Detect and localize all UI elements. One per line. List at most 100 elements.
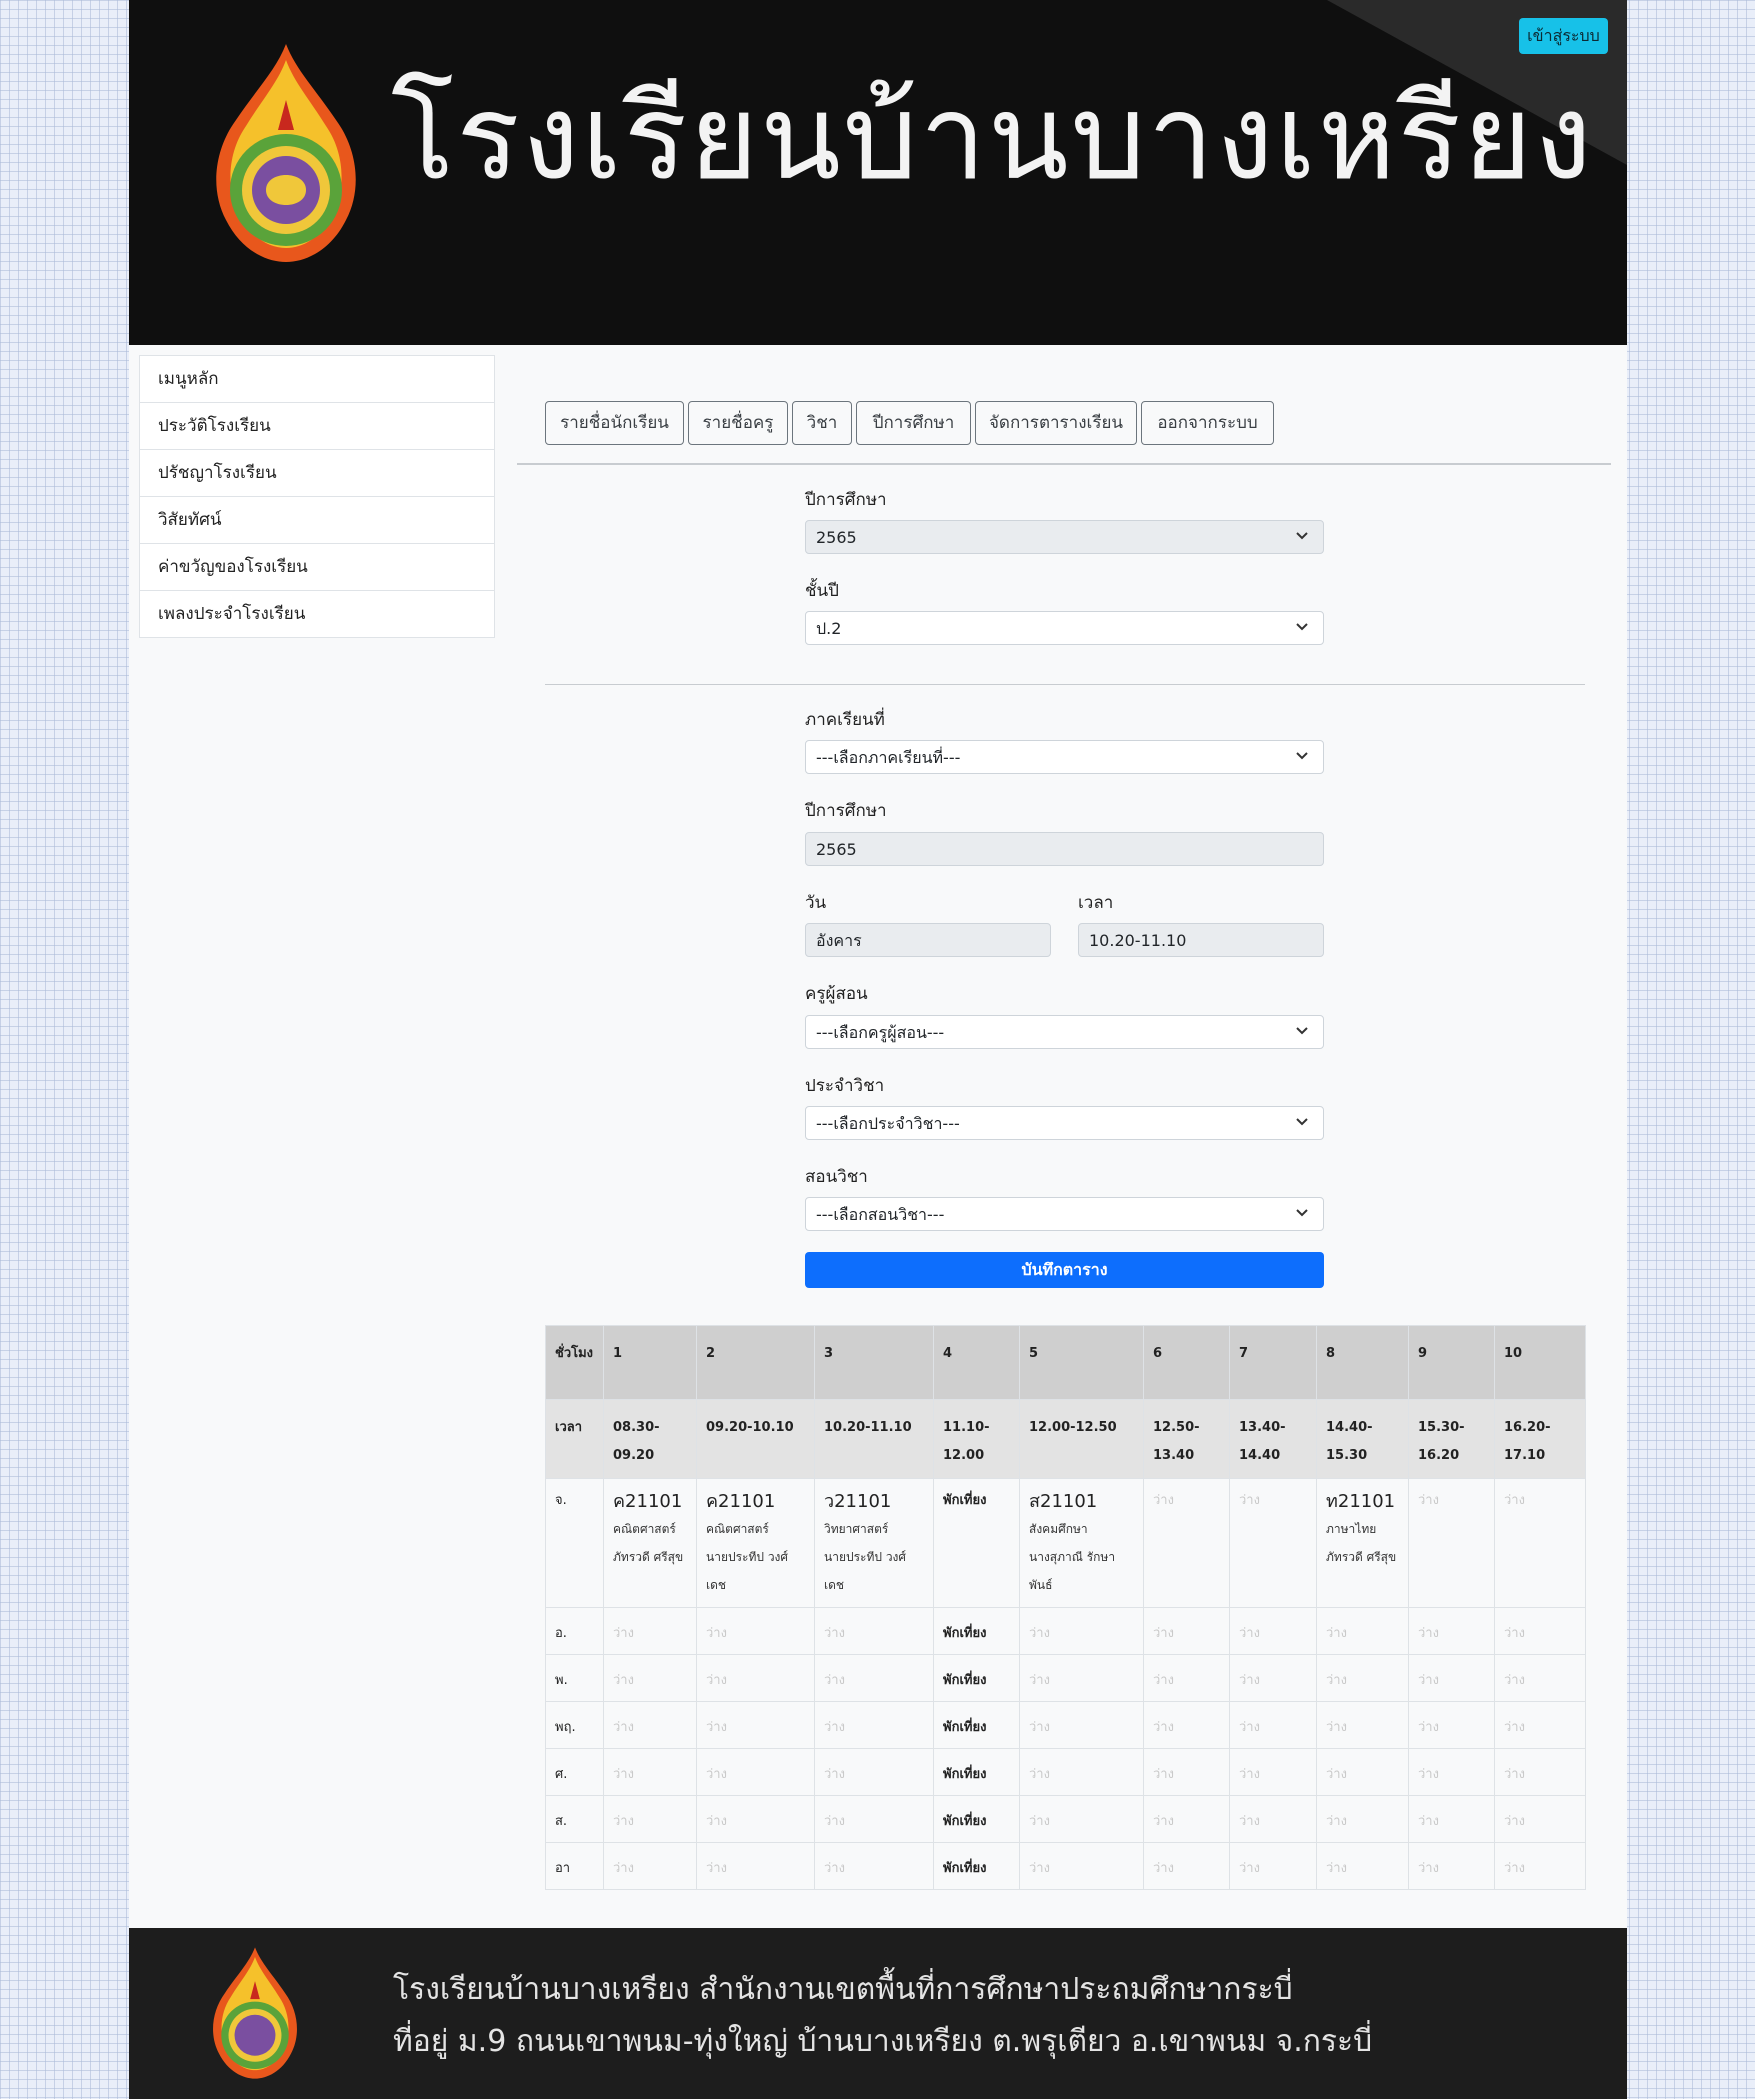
period-number: 1 xyxy=(603,1325,697,1400)
subject-code: ส21101 xyxy=(1029,1491,1098,1512)
sidebar-item-school-song[interactable]: เพลงประจำโรงเรียน xyxy=(140,591,494,637)
empty-cell[interactable]: ว่าง xyxy=(814,1607,934,1655)
empty-cell[interactable]: ว่าง xyxy=(696,1607,815,1655)
tabs-divider xyxy=(517,463,1611,465)
empty-cell[interactable]: ว่าง xyxy=(603,1748,697,1796)
empty-cell[interactable]: ว่าง xyxy=(696,1654,815,1702)
empty-cell[interactable]: ว่าง xyxy=(814,1654,934,1702)
sidebar-item-history[interactable]: ประวัติโรงเรียน xyxy=(140,403,494,450)
empty-cell[interactable]: ว่าง xyxy=(696,1842,815,1890)
timetable-row-day: อา ว่าง ว่าง ว่าง พักเที่ยง ว่าง ว่าง ว่าง ว่างว… xyxy=(545,1842,1586,1890)
empty-cell[interactable]: ว่าง xyxy=(1143,1701,1230,1749)
empty-cell[interactable]: ว่าง xyxy=(1316,1795,1409,1843)
empty-cell[interactable]: ว่าง xyxy=(814,1795,934,1843)
teacher-select[interactable]: ---เลือกครูผู้สอน--- xyxy=(805,1015,1324,1049)
empty-cell[interactable]: ว่าง xyxy=(1229,1654,1317,1702)
period-time: 13.40-14.40 xyxy=(1229,1399,1317,1479)
empty-cell[interactable]: ว่าง xyxy=(1408,1795,1495,1843)
subject-group-value: ---เลือกประจำวิชา--- xyxy=(816,1114,960,1133)
sidebar-item-motto[interactable]: ค่าขวัญของโรงเรียน xyxy=(140,544,494,591)
empty-cell[interactable]: ว่าง xyxy=(814,1701,934,1749)
save-timetable-button[interactable]: บันทึกตาราง xyxy=(805,1252,1324,1288)
empty-cell[interactable]: ว่าง xyxy=(1408,1701,1495,1749)
empty-cell[interactable]: ว่าง xyxy=(1019,1795,1144,1843)
tab-academic-year[interactable]: ปีการศึกษา xyxy=(856,401,971,445)
empty-cell[interactable]: ว่าง xyxy=(1143,1795,1230,1843)
semester-select[interactable]: ---เลือกภาคเรียนที่--- xyxy=(805,740,1324,774)
empty-cell[interactable]: ว่าง xyxy=(1019,1607,1144,1655)
empty-cell[interactable]: ว่าง xyxy=(1494,1607,1586,1655)
empty-cell[interactable]: ว่าง xyxy=(1408,1654,1495,1702)
sidebar-item-main-menu[interactable]: เมนูหลัก xyxy=(140,356,494,403)
timetable-row-day: พ. ว่าง ว่าง ว่าง พักเที่ยง ว่าง ว่าง ว่าง ว่างว… xyxy=(545,1654,1586,1702)
day-cell: จ. xyxy=(545,1478,604,1608)
empty-cell[interactable]: ว่าง xyxy=(1316,1701,1409,1749)
tab-subjects[interactable]: วิชา xyxy=(792,401,852,445)
empty-cell[interactable]: ว่าง xyxy=(1408,1607,1495,1655)
login-button[interactable]: เข้าสู่ระบบ xyxy=(1519,18,1608,54)
empty-cell[interactable]: ว่าง xyxy=(1019,1748,1144,1796)
empty-cell[interactable]: ว่าง xyxy=(1229,1842,1317,1890)
class-cell[interactable]: ว21101 วิทยาศาสตร์ นายประทีป วงศ์เดช xyxy=(814,1478,934,1608)
sidebar-item-vision[interactable]: วิสัยทัศน์ xyxy=(140,497,494,544)
empty-cell[interactable]: ว่าง xyxy=(696,1795,815,1843)
teacher-name: ภัทรวดี ศรีสุข xyxy=(613,1550,684,1564)
empty-cell[interactable]: ว่าง xyxy=(1316,1842,1409,1890)
empty-cell[interactable]: ว่าง xyxy=(1143,1842,1230,1890)
empty-cell[interactable]: ว่าง xyxy=(1494,1842,1586,1890)
class-cell[interactable]: ค21101 คณิตศาสตร์ นายประทีป วงศ์เดช xyxy=(696,1478,815,1608)
empty-cell[interactable]: ว่าง xyxy=(696,1748,815,1796)
empty-cell[interactable]: ว่าง xyxy=(1316,1748,1409,1796)
empty-cell[interactable]: ว่าง xyxy=(1229,1478,1317,1608)
empty-cell[interactable]: ว่าง xyxy=(603,1607,697,1655)
empty-cell[interactable]: ว่าง xyxy=(603,1701,697,1749)
tab-logout[interactable]: ออกจากระบบ xyxy=(1141,401,1274,445)
empty-cell[interactable]: ว่าง xyxy=(1316,1607,1409,1655)
subject-group-select[interactable]: ---เลือกประจำวิชา--- xyxy=(805,1106,1324,1140)
teacher-label: ครูผู้สอน xyxy=(805,984,868,1004)
filter-year-select[interactable]: 2565 xyxy=(805,520,1324,554)
empty-cell[interactable]: ว่าง xyxy=(1229,1748,1317,1796)
empty-cell[interactable]: ว่าง xyxy=(603,1654,697,1702)
empty-cell[interactable]: ว่าง xyxy=(814,1842,934,1890)
empty-cell[interactable]: ว่าง xyxy=(1494,1748,1586,1796)
time-header: เวลา xyxy=(545,1399,604,1479)
empty-cell[interactable]: ว่าง xyxy=(1494,1701,1586,1749)
empty-cell[interactable]: ว่าง xyxy=(696,1701,815,1749)
sidebar-menu: เมนูหลัก ประวัติโรงเรียน ปรัชญาโรงเรียน … xyxy=(139,355,495,638)
filter-grade-select[interactable]: ป.2 xyxy=(805,611,1324,645)
empty-cell[interactable]: ว่าง xyxy=(1229,1795,1317,1843)
empty-cell[interactable]: ว่าง xyxy=(1143,1748,1230,1796)
empty-cell[interactable]: ว่าง xyxy=(1019,1842,1144,1890)
empty-cell[interactable]: ว่าง xyxy=(1019,1701,1144,1749)
sidebar-item-philosophy[interactable]: ปรัชญาโรงเรียน xyxy=(140,450,494,497)
timetable-row-day: พฤ. ว่าง ว่าง ว่าง พักเที่ยง ว่าง ว่าง ว่าง ว่าง… xyxy=(545,1701,1586,1749)
empty-cell[interactable]: ว่าง xyxy=(1143,1654,1230,1702)
empty-cell[interactable]: ว่าง xyxy=(1408,1748,1495,1796)
empty-cell[interactable]: ว่าง xyxy=(1316,1654,1409,1702)
empty-cell[interactable]: ว่าง xyxy=(603,1795,697,1843)
empty-cell[interactable]: ว่าง xyxy=(1494,1795,1586,1843)
empty-cell[interactable]: ว่าง xyxy=(1494,1654,1586,1702)
empty-cell[interactable]: ว่าง xyxy=(1143,1478,1230,1608)
empty-cell[interactable]: ว่าง xyxy=(1143,1607,1230,1655)
class-cell[interactable]: ค21101 คณิตศาสตร์ ภัทรวดี ศรีสุข xyxy=(603,1478,697,1608)
empty-cell[interactable]: ว่าง xyxy=(1408,1478,1495,1608)
empty-cell[interactable]: ว่าง xyxy=(1229,1607,1317,1655)
subject-code: ค21101 xyxy=(613,1491,683,1512)
school-crest-logo xyxy=(216,44,356,262)
tab-student-list[interactable]: รายชื่อนักเรียน xyxy=(545,401,684,445)
empty-cell[interactable]: ว่าง xyxy=(603,1842,697,1890)
empty-cell[interactable]: ว่าง xyxy=(1019,1654,1144,1702)
empty-cell[interactable]: ว่าง xyxy=(1229,1701,1317,1749)
empty-cell[interactable]: ว่าง xyxy=(814,1748,934,1796)
tab-teacher-list[interactable]: รายชื่อครู xyxy=(688,401,788,445)
empty-cell[interactable]: ว่าง xyxy=(1408,1842,1495,1890)
class-cell[interactable]: ส21101 สังคมศึกษา นางสุภาณี รักษาพันธ์ xyxy=(1019,1478,1144,1608)
tab-manage-timetable[interactable]: จัดการตารางเรียน xyxy=(975,401,1137,445)
empty-cell[interactable]: ว่าง xyxy=(1494,1478,1586,1608)
subject-select[interactable]: ---เลือกสอนวิชา--- xyxy=(805,1197,1324,1231)
class-cell[interactable]: ท21101 ภาษาไทย ภัทรวดี ศรีสุข xyxy=(1316,1478,1409,1608)
period-number: 10 xyxy=(1494,1325,1586,1400)
chevron-down-icon xyxy=(1296,752,1308,760)
